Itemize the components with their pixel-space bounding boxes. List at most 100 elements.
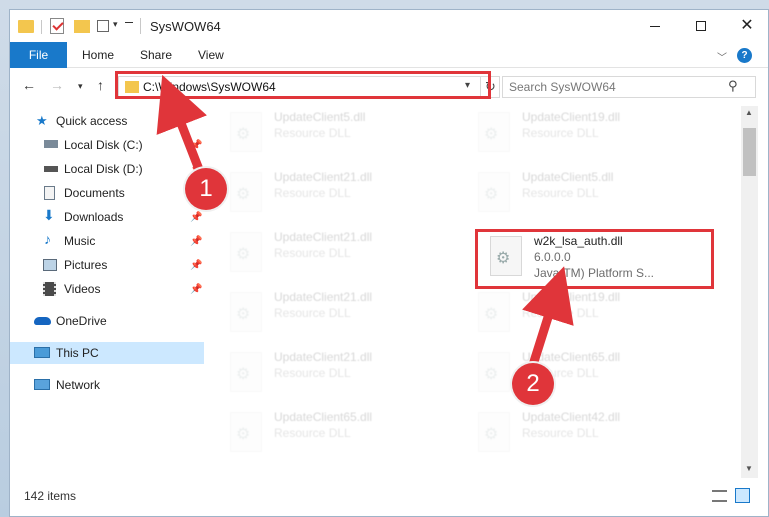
back-arrow-icon[interactable]: ← [22, 77, 36, 93]
pictures-icon [43, 259, 57, 271]
maximize-button[interactable] [678, 10, 724, 42]
pin-icon[interactable]: 📌 [190, 236, 202, 247]
dll-file-icon [478, 292, 510, 332]
file-name: UpdateClient65.dll [274, 410, 373, 424]
title-bar: ▾ SysWOW64 ✕ [10, 10, 768, 42]
dll-file-icon [230, 112, 262, 152]
minimize-button[interactable] [632, 10, 678, 42]
file-description: Resource DLL [274, 306, 351, 320]
dll-file-icon [478, 352, 510, 392]
pin-icon[interactable]: 📌 [190, 260, 202, 271]
onedrive-icon [34, 317, 51, 325]
sidebar-item-this-pc[interactable]: This PC [10, 342, 204, 364]
sidebar-item-label: Network [56, 378, 101, 392]
dll-file-icon [230, 172, 262, 212]
sidebar-item-documents[interactable]: Documents 📌 [10, 182, 204, 204]
sidebar-item-videos[interactable]: Videos 📌 [10, 278, 204, 300]
chevron-down-icon[interactable]: ▾ [113, 19, 118, 30]
file-name: UpdateClient21.dll [274, 170, 373, 184]
sidebar-item-label: Quick access [56, 114, 128, 128]
tiles-view-icon[interactable] [735, 488, 750, 503]
file-tile[interactable]: UpdateClient42.dll Resource DLL [478, 410, 708, 462]
file-description: Resource DLL [274, 246, 351, 260]
file-tile[interactable]: UpdateClient19.dll Resource DLL [478, 290, 708, 342]
file-name: UpdateClient19.dll [522, 110, 621, 124]
recent-locations-icon[interactable]: ▾ [78, 81, 83, 92]
sidebar-item-label: Downloads [64, 210, 124, 224]
file-description: Resource DLL [274, 186, 351, 200]
file-name: UpdateClient5.dll [522, 170, 614, 184]
pc-icon [34, 347, 50, 358]
dll-file-icon [230, 412, 262, 452]
sidebar-item-label: Pictures [64, 258, 108, 272]
file-tile[interactable]: UpdateClient65.dll Resource DLL [230, 410, 460, 462]
dll-file-icon [230, 292, 262, 332]
details-view-icon[interactable] [712, 490, 727, 502]
sidebar-item-local-disk-c[interactable]: Local Disk (C:) 📌 [10, 134, 204, 156]
sidebar-item-downloads[interactable]: ⬇ Downloads 📌 [10, 206, 204, 228]
dll-file-icon [230, 232, 262, 272]
scroll-thumb[interactable] [743, 128, 756, 176]
up-arrow-icon[interactable]: ↑ [97, 77, 104, 93]
tab-home[interactable]: Home [68, 42, 128, 68]
view-options-icon[interactable] [97, 20, 109, 32]
new-folder-icon[interactable] [74, 20, 90, 33]
maximize-icon [696, 21, 706, 31]
file-tile[interactable]: UpdateClient21.dll Resource DLL [230, 170, 460, 222]
tab-view[interactable]: View [184, 42, 238, 68]
pin-icon[interactable]: 📌 [190, 212, 202, 223]
expand-ribbon-icon[interactable]: ﹀ [717, 49, 727, 64]
tab-share[interactable]: Share [126, 42, 186, 68]
tab-file[interactable]: File [10, 42, 67, 68]
search-box[interactable]: ⚲ [502, 76, 756, 98]
file-tile[interactable]: UpdateClient5.dll Resource DLL [230, 110, 460, 162]
sidebar-item-label: OneDrive [56, 314, 107, 328]
file-tile[interactable]: UpdateClient21.dll Resource DLL [230, 230, 460, 282]
pin-icon[interactable]: 📌 [190, 140, 202, 151]
drive-icon [44, 166, 58, 172]
quick-access-separator [41, 20, 42, 34]
sidebar-item-label: Videos [64, 282, 101, 296]
pin-icon[interactable]: 📌 [190, 284, 202, 295]
help-icon[interactable]: ? [737, 48, 752, 63]
file-description: Resource DLL [522, 186, 599, 200]
customize-toolbar-icon[interactable] [125, 22, 133, 28]
search-input[interactable] [509, 79, 724, 95]
sidebar-item-onedrive[interactable]: OneDrive [10, 310, 204, 332]
file-name: UpdateClient42.dll [522, 410, 621, 424]
sidebar-item-quick-access[interactable]: ★ Quick access [10, 110, 204, 132]
minimize-icon [650, 25, 660, 27]
address-bar-highlight [115, 71, 491, 99]
ribbon: File Home Share View ﹀ ? [10, 42, 768, 68]
file-tile[interactable]: UpdateClient19.dll Resource DLL [478, 110, 708, 162]
file-name: UpdateClient19.dll [522, 290, 621, 304]
file-tile[interactable]: UpdateClient21.dll Resource DLL [230, 290, 460, 342]
item-count: 142 items [24, 489, 77, 503]
dll-file-icon [478, 172, 510, 212]
status-bar: 142 items [10, 484, 768, 508]
scroll-down-icon[interactable]: ▼ [745, 464, 753, 473]
scroll-up-icon[interactable]: ▲ [745, 108, 753, 117]
file-tile[interactable]: UpdateClient21.dll Resource DLL [230, 350, 460, 402]
sidebar-item-music[interactable]: ♪ Music 📌 [10, 230, 204, 252]
vertical-scrollbar[interactable]: ▲ ▼ [741, 106, 758, 478]
network-icon [34, 379, 50, 390]
close-icon: ✕ [740, 17, 754, 34]
file-highlight [475, 229, 714, 289]
properties-icon[interactable] [50, 18, 64, 34]
search-icon[interactable]: ⚲ [728, 78, 738, 94]
file-name: UpdateClient21.dll [274, 290, 373, 304]
sidebar-item-pictures[interactable]: Pictures 📌 [10, 254, 204, 276]
forward-arrow-icon[interactable]: → [50, 77, 64, 93]
title-separator [140, 18, 141, 34]
downloads-icon: ⬇ [43, 207, 55, 223]
file-tile[interactable]: UpdateClient5.dll Resource DLL [478, 170, 708, 222]
file-description: Resource DLL [274, 126, 351, 140]
dll-file-icon [230, 352, 262, 392]
sidebar-item-label: Local Disk (C:) [64, 138, 143, 152]
file-name: UpdateClient65.dll [522, 350, 621, 364]
file-description: Resource DLL [274, 366, 351, 380]
sidebar-item-local-disk-d[interactable]: Local Disk (D:) 📌 [10, 158, 204, 180]
close-button[interactable]: ✕ [724, 10, 768, 42]
sidebar-item-network[interactable]: Network [10, 374, 204, 396]
